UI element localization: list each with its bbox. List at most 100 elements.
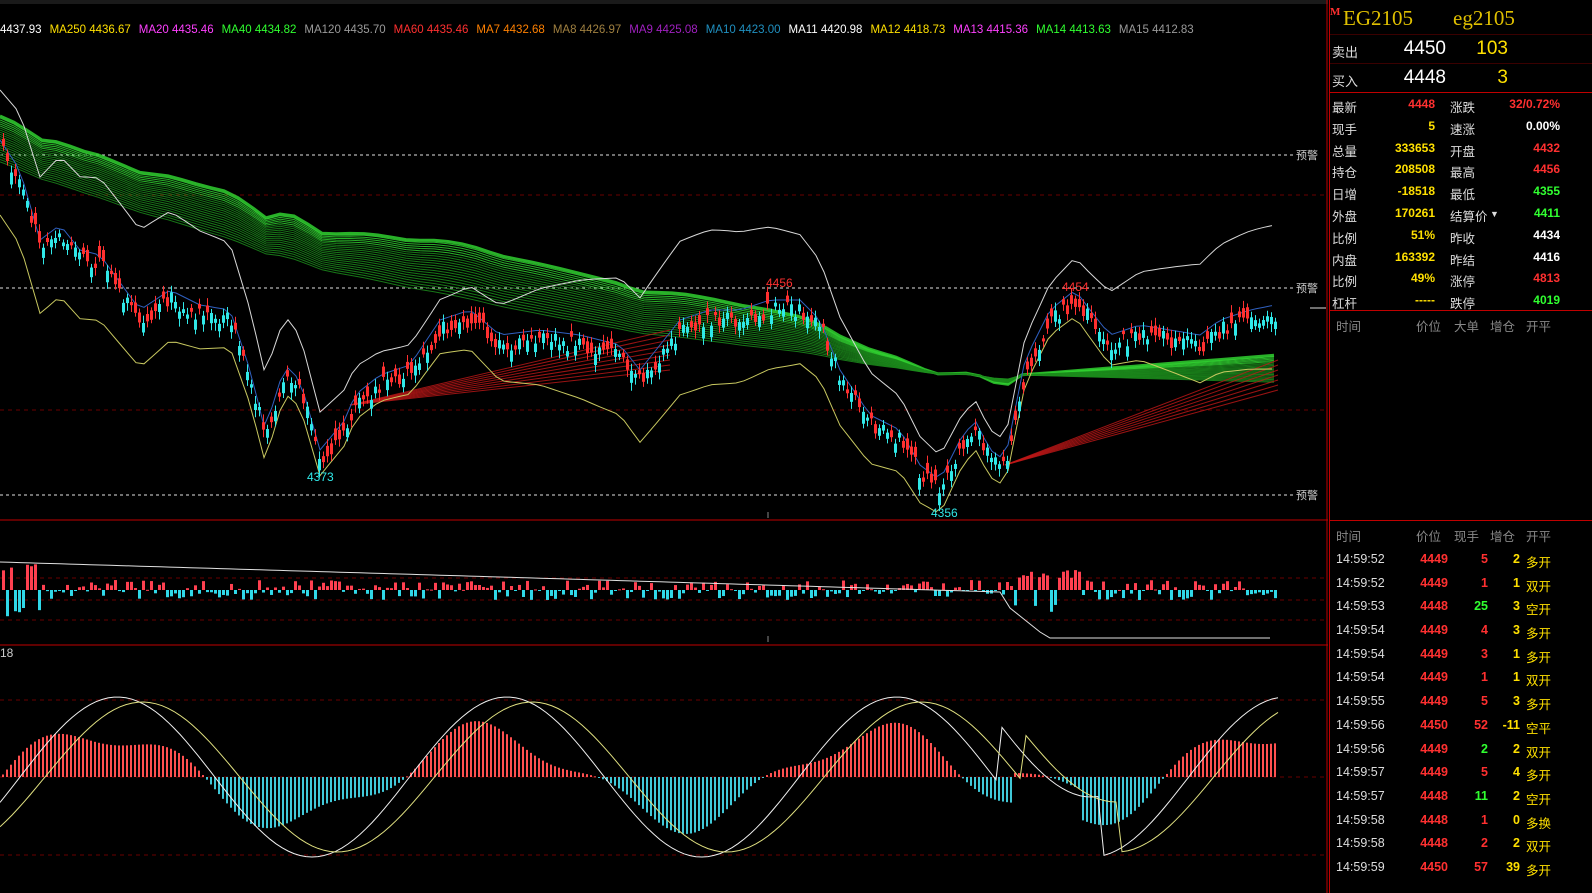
macd-histogram-bar [534, 755, 536, 777]
macd-histogram-bar [350, 777, 352, 799]
candle-body [166, 297, 169, 307]
volume-bar [442, 582, 445, 590]
candle-body [246, 371, 249, 381]
volume-bar [762, 585, 765, 590]
macd-histogram-bar [1026, 773, 1028, 777]
candle-body [414, 365, 417, 376]
macd-histogram-bar [114, 745, 116, 777]
stat-label: 持仓 [1332, 166, 1358, 181]
volume-bar [346, 585, 349, 590]
volume-bar [42, 584, 45, 590]
macd-histogram-bar [714, 777, 716, 821]
candle-body [94, 263, 97, 268]
candle-body [878, 428, 881, 436]
candle-body [782, 309, 785, 317]
tick-time: 14:59:57 [1336, 788, 1385, 803]
macd-histogram-bar [778, 769, 780, 777]
macd-histogram-bar [78, 737, 80, 777]
tick-type: 双开 [1526, 840, 1552, 855]
stat-value: 32/0.72% [1509, 97, 1560, 111]
candle-body [362, 395, 365, 400]
candle-body [738, 322, 741, 331]
macd-histogram-bar [1058, 777, 1060, 781]
candle-body [214, 318, 217, 323]
candle-body [194, 319, 197, 330]
volume-bar [602, 587, 605, 590]
candle-body [146, 314, 149, 322]
volume-bar [726, 584, 729, 590]
tick-price-header: 价位 [1416, 530, 1442, 544]
candle-body [1094, 318, 1097, 330]
candle-body [1078, 299, 1081, 308]
candle-body [1254, 320, 1257, 327]
volume-bar [1210, 590, 1213, 600]
candle-body [1170, 337, 1173, 348]
candle-body [1270, 316, 1273, 325]
candle-body [990, 457, 993, 463]
macd-histogram-bar [762, 777, 764, 778]
candle-body [866, 417, 869, 421]
candle-body [178, 311, 181, 319]
macd-histogram-bar [314, 777, 316, 809]
candle-body [402, 378, 405, 388]
volume-bar [1174, 587, 1177, 590]
candle-body [770, 315, 773, 325]
macd-histogram-bar [954, 769, 956, 777]
macd-histogram-bar [1170, 769, 1172, 777]
candle-body [1022, 382, 1025, 390]
candle-body [278, 392, 281, 397]
macd-histogram-bar [882, 724, 884, 777]
candle-body [994, 457, 997, 465]
tick-oi-change: 3 [1513, 623, 1520, 638]
macd-histogram-bar [1158, 777, 1160, 784]
stat-label[interactable]: 结算价 [1450, 206, 1488, 225]
kline-chart-svg[interactable]: 预警预警预警4456 44544373435618 [0, 0, 1328, 893]
candle-body [682, 324, 685, 333]
volume-bar [858, 590, 861, 594]
tick-list[interactable]: 14:59:52 4449 5 2 多开 14:59:52 4449 1 1 双开 14:59:53… [1330, 548, 1592, 880]
macd-histogram-bar [530, 752, 532, 777]
macd-histogram-bar [326, 777, 328, 804]
candle-body [50, 239, 53, 248]
volume-bar [686, 584, 689, 590]
macd-histogram-bar [538, 758, 540, 777]
volume-bar [362, 588, 365, 590]
instrument-name: eg2105 [1453, 6, 1515, 30]
volume-bar [1182, 590, 1185, 600]
candle-body [698, 315, 701, 325]
candle-body [1214, 331, 1217, 336]
candle-body [950, 471, 953, 481]
volume-bar [258, 580, 261, 590]
kline-chart-area[interactable]: 预警 预警 预警 4456 4454 4373 4356 18 4437.93 MA250 44… [0, 0, 1328, 893]
candle-body [358, 397, 361, 409]
macd-histogram-bar [1054, 777, 1056, 779]
candle-body [538, 331, 541, 338]
volume-bar [1062, 571, 1065, 590]
candle-body [926, 462, 929, 474]
candle-body [830, 358, 833, 367]
ma-fan-red [349, 329, 671, 406]
volume-bar [550, 590, 553, 596]
stats-table: 最新 4448 涨跌 32/0.72% 现手 5 速涨 0.00% 总量 333653 开盘 4432… [1330, 92, 1592, 315]
volume-bar [70, 590, 73, 596]
dropdown-caret-icon[interactable]: ▼ [1490, 209, 1499, 219]
volume-bar [562, 590, 565, 595]
candle-body [1238, 311, 1241, 318]
candle-body [1058, 319, 1061, 324]
macd-histogram-bar [1174, 764, 1176, 777]
candle-body [890, 430, 893, 438]
candle-body [1070, 295, 1073, 304]
candle-body [910, 446, 913, 455]
tick-type: 空平 [1526, 721, 1552, 736]
volume-bar [1026, 575, 1029, 590]
volume-bar [538, 590, 541, 591]
macd-histogram-bar [594, 776, 596, 778]
volume-bar [690, 582, 693, 590]
macd-histogram-bar [698, 777, 700, 831]
macd-histogram-bar [446, 735, 448, 777]
candle-body [494, 338, 497, 348]
volume-bar [1086, 580, 1089, 590]
instrument-code[interactable]: EG2105 [1343, 6, 1413, 31]
lower-band-line [0, 214, 1273, 513]
macd-histogram-bar [146, 744, 148, 777]
